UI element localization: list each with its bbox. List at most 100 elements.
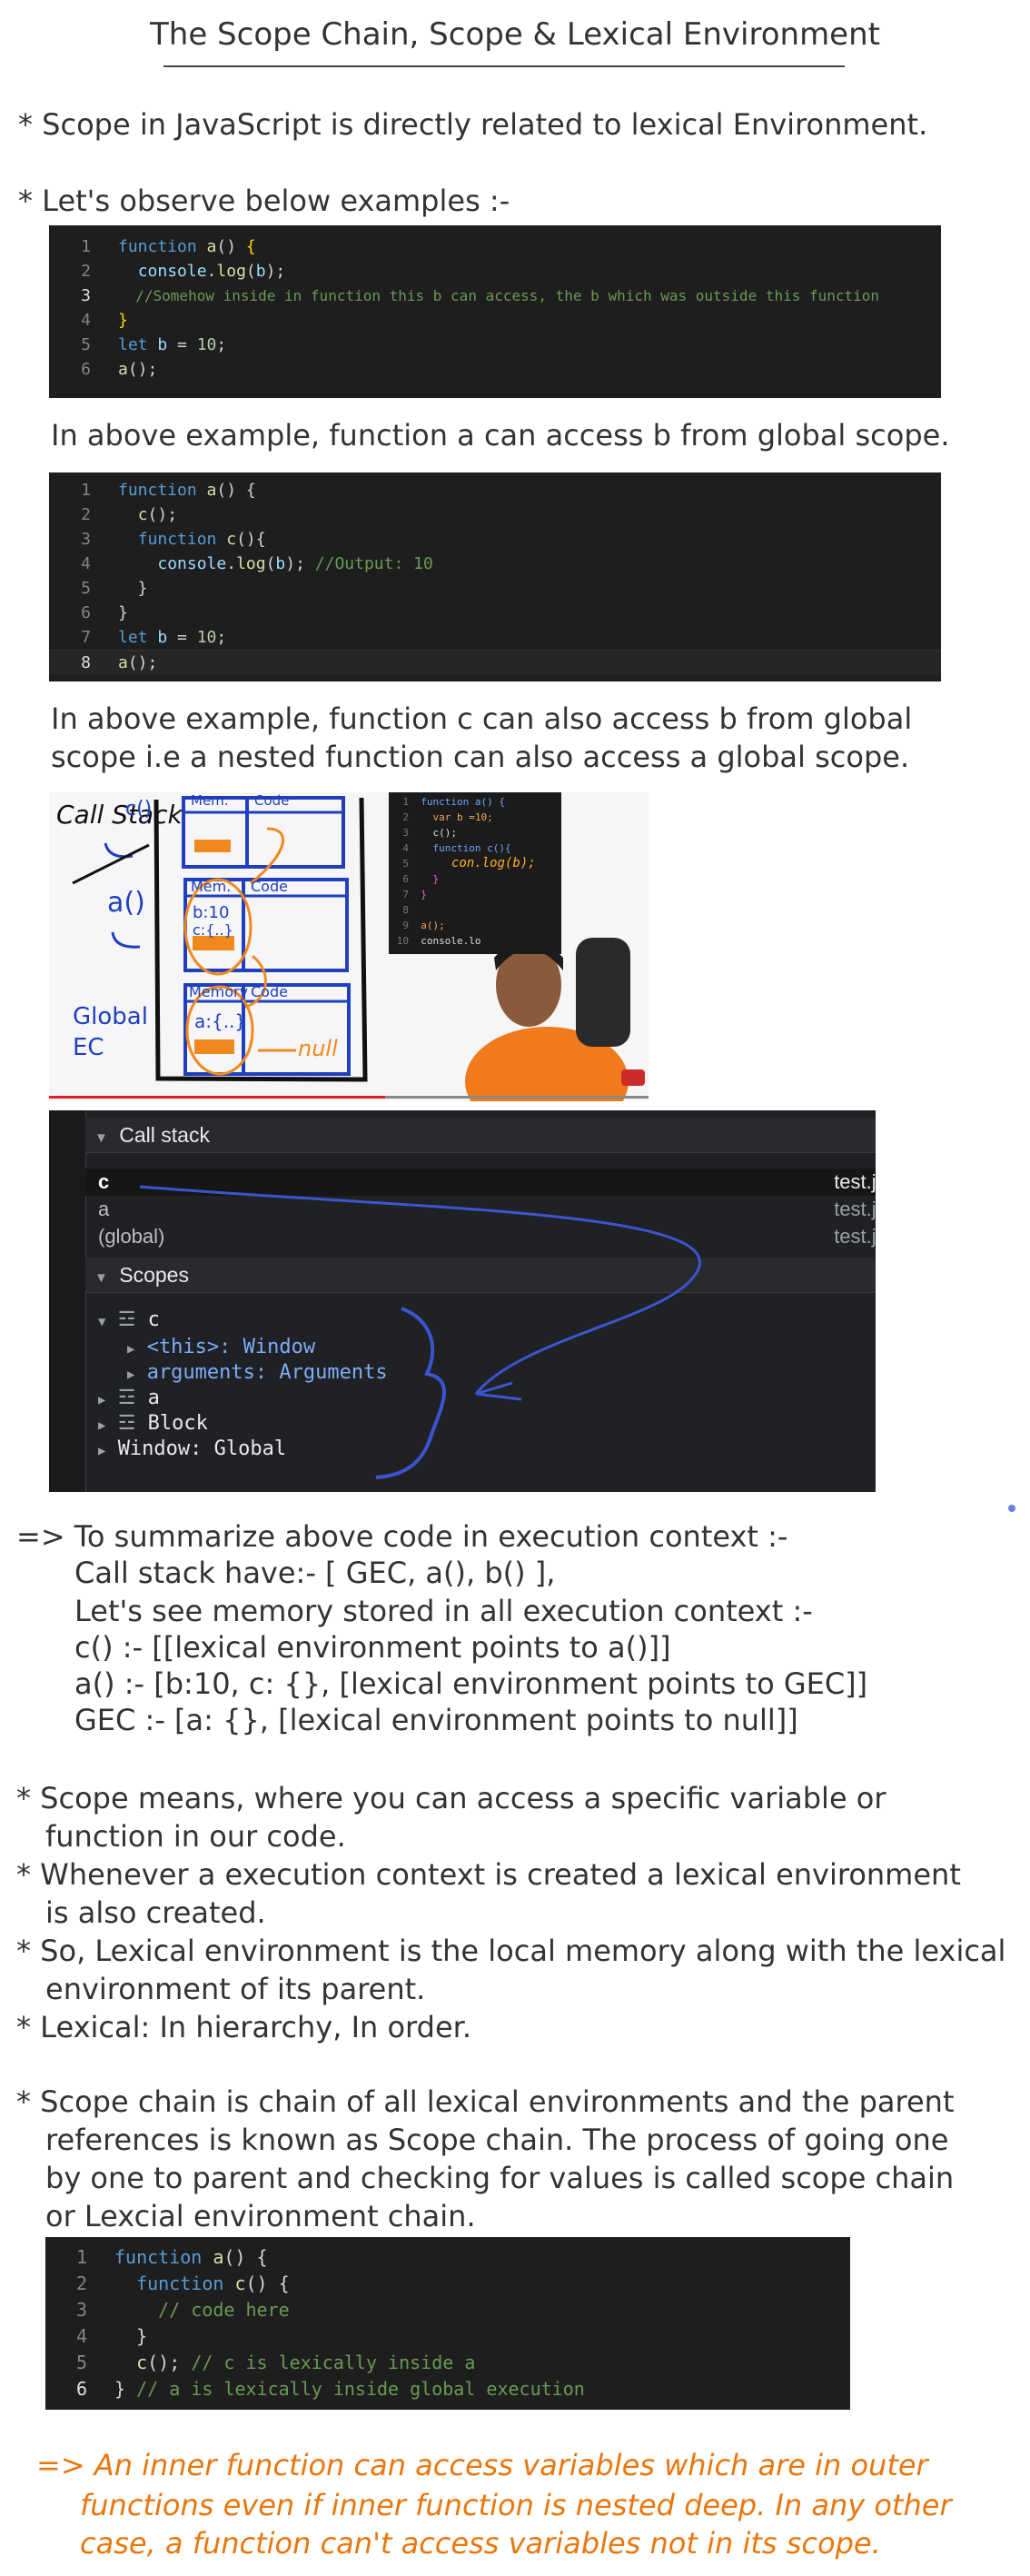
call-frame-c[interactable]: c test.js:3 [85, 1169, 876, 1196]
whiteboard-call-stack-label: Call Stack [56, 800, 183, 830]
scope-icon: ☲ [117, 1412, 136, 1435]
code-line: 4 } [75, 2325, 148, 2347]
caret-down-icon: ▼ [94, 1270, 108, 1286]
snippet-line: 9 a(); [402, 920, 445, 931]
point-scope-means: * Scope means, where you can access a sp… [16, 1781, 886, 1815]
code-line: 6 a(); [81, 360, 158, 379]
whiteboard-null: null [298, 1036, 338, 1061]
scope-a[interactable]: ▶ ☲ a [85, 1385, 876, 1412]
snippet-line: 10 console.lo [396, 935, 481, 947]
snippet-line: 4 function c(){ [402, 842, 511, 854]
code-block-1: 1 function a() { 2 console.log(b); 3 //So… [49, 225, 941, 398]
summary-memory-intro: Let's see memory stored in all execution… [74, 1594, 813, 1628]
snippet-line: 2 var b =10; [402, 811, 493, 823]
caption-example-2-line-1: In above example, function c can also ac… [51, 701, 913, 736]
whiteboard-a-value: a:{..} [194, 1010, 247, 1032]
code-line: 1 function a() { [81, 237, 256, 256]
whiteboard-code-3: Code [251, 983, 288, 1000]
code-block-3: 1 function a() { 2 function c() { 3 // co… [45, 2237, 850, 2410]
caret-right-icon: ▶ [98, 1393, 106, 1407]
bullet-scope-related: * Scope in JavaScript is directly relate… [18, 107, 928, 142]
final-note-line-3: case, a function can't access variables … [80, 2526, 881, 2561]
point-lexical-env: * So, Lexical environment is the local m… [16, 1934, 1006, 1968]
caption-example-1: In above example, function a can access … [51, 418, 950, 453]
whiteboard-a-label: a() [107, 887, 145, 919]
caret-right-icon: ▶ [98, 1444, 106, 1458]
chain-para-line-1: * Scope chain is chain of all lexical en… [16, 2084, 955, 2119]
snippet-line: 6 } [402, 873, 440, 885]
point-whenever-cont: is also created. [45, 1895, 266, 1930]
summary-call-stack: Call stack have:- [ GEC, a(), b() ], [74, 1556, 556, 1590]
whiteboard-code-snippet: 1 function a() { 2 var b =10; 3 c(); 4 f… [389, 792, 561, 954]
margin-dot [1008, 1505, 1015, 1512]
chain-para-line-3: by one to parent and checking for values… [45, 2161, 955, 2195]
code-line: 2 console.log(b); [81, 262, 286, 281]
whiteboard-memory: Memory [189, 983, 249, 1000]
code-line: 2 function c() { [75, 2273, 290, 2294]
summary-gec-memory: GEC :- [a: {}, [lexical environment poin… [74, 1703, 798, 1737]
final-note-line-1: => An inner function can access variable… [36, 2448, 928, 2482]
scope-block[interactable]: ▶ ☲ Block [85, 1410, 876, 1437]
snippet-line: 3 c(); [402, 827, 457, 839]
whiteboard-mem-1: Mem. [191, 792, 229, 809]
call-stack-header[interactable]: ▼ Call stack [85, 1118, 876, 1153]
caret-down-icon: ▼ [94, 1130, 108, 1146]
whiteboard-b-value: b:10 [193, 903, 230, 922]
call-frame-global[interactable]: (global) test.js:8 [85, 1223, 876, 1250]
scope-icon: ☲ [117, 1387, 136, 1409]
code-line: 4 console.log(b); //Output: 10 [81, 554, 433, 573]
code-line: 2 c(); [81, 505, 178, 524]
whiteboard-code-1: Code [254, 792, 290, 809]
whiteboard-code-2: Code [251, 878, 288, 895]
code-line: 6} // a is lexically inside global execu… [75, 2378, 585, 2400]
scopes-header[interactable]: ▼ Scopes [85, 1258, 876, 1293]
snippet-line: 7 } [402, 889, 427, 900]
caret-right-icon: ▶ [127, 1368, 135, 1382]
caption-example-2-line-2: scope i.e a nested function can also acc… [51, 740, 910, 774]
scope-arguments[interactable]: ▶ arguments: Arguments [85, 1359, 876, 1387]
summary-a-memory: a() :- [b:10, c: {}, [lexical environmen… [74, 1666, 868, 1701]
point-whenever: * Whenever a execution context is create… [16, 1857, 961, 1892]
code-line: 3 //Somehow inside in function this b ca… [81, 286, 880, 305]
code-line: 8 a(); [49, 650, 941, 675]
call-frame-a[interactable]: a test.js:5 [85, 1196, 876, 1223]
whiteboard-c-label: c() [125, 798, 153, 821]
code-line: 3 // code here [75, 2299, 290, 2321]
summary-heading: => To summarize above code in execution … [16, 1519, 788, 1554]
code-line: 1 function a() { [75, 2246, 268, 2268]
page-title: The Scope Chain, Scope & Lexical Environ… [150, 16, 880, 53]
code-line: 4} [81, 311, 128, 330]
whiteboard-c-value: c:{..} [193, 921, 233, 939]
scope-window[interactable]: ▶ Window: Global [85, 1436, 876, 1463]
code-line: 7 let b = 10; [81, 628, 227, 647]
code-line: 5 c(); // c is lexically inside a [75, 2352, 476, 2373]
point-lexical-env-cont: environment of its parent. [45, 1972, 426, 2006]
bullet-observe-examples: * Let's observe below examples :- [18, 184, 510, 218]
scope-this[interactable]: ▶ <this>: Window [85, 1334, 876, 1361]
scope-icon: ☲ [117, 1308, 136, 1331]
scope-c[interactable]: ▼ ☲ c [85, 1307, 876, 1334]
point-lexical-definition: * Lexical: In hierarchy, In order. [16, 2010, 472, 2044]
code-block-2: 1 function a() { 2 c(); 3 function c(){ 4… [49, 472, 941, 681]
caret-right-icon: ▶ [127, 1342, 135, 1357]
caret-down-icon: ▼ [98, 1315, 106, 1329]
code-line: 5 let b = 10; [81, 335, 227, 354]
point-scope-means-cont: function in our code. [45, 1819, 346, 1854]
caret-right-icon: ▶ [98, 1418, 106, 1433]
code-line: 3 function c(){ [81, 530, 266, 549]
whiteboard-global-ec-label: Global EC [73, 1003, 148, 1061]
summary-c-memory: c() :- [[lexical environment points to a… [74, 1630, 671, 1665]
title-underline [163, 65, 845, 67]
chain-para-line-4: or Lexcial environment chain. [45, 2199, 476, 2233]
chain-para-line-2: references is known as Scope chain. The … [45, 2123, 949, 2157]
whiteboard-video-frame: Call Stack c() a() Global EC Mem. Code M… [49, 792, 649, 1101]
snippet-line: 8 [402, 904, 409, 916]
whiteboard-mem-2: Mem. [191, 878, 232, 895]
code-line: 1 function a() { [81, 481, 256, 500]
snippet-line: 1 function a() { [402, 796, 505, 808]
snippet-line: 5 con.log(b); [402, 856, 536, 870]
devtools-panel: ▼ Call stack c test.js:3 a test.js:5 (gl… [49, 1110, 876, 1492]
code-line: 6} [81, 603, 128, 622]
code-line: 5 } [81, 579, 148, 598]
final-note-line-2: functions even if inner function is nest… [80, 2488, 952, 2522]
